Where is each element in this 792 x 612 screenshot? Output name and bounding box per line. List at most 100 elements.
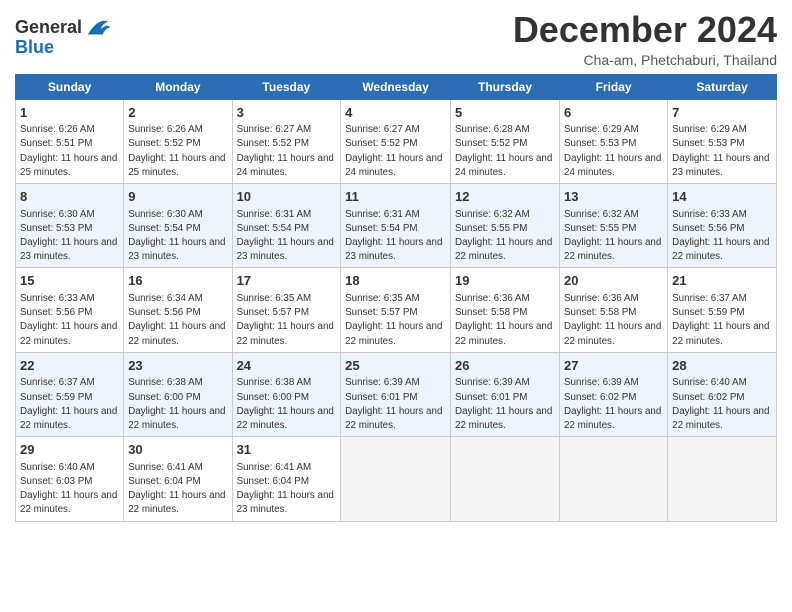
day-number: 14: [672, 188, 772, 206]
day-number: 26: [455, 357, 555, 375]
day-number: 11: [345, 188, 446, 206]
header-wednesday: Wednesday: [341, 74, 451, 99]
day-number: 4: [345, 104, 446, 122]
day-info: Sunrise: 6:36 AMSunset: 5:58 PMDaylight:…: [564, 293, 661, 347]
calendar-cell: 24 Sunrise: 6:38 AMSunset: 6:00 PMDaylig…: [232, 352, 341, 436]
day-info: Sunrise: 6:38 AMSunset: 6:00 PMDaylight:…: [237, 377, 334, 431]
calendar-cell: 27 Sunrise: 6:39 AMSunset: 6:02 PMDaylig…: [560, 352, 668, 436]
day-number: 17: [237, 272, 337, 290]
calendar-cell: 18 Sunrise: 6:35 AMSunset: 5:57 PMDaylig…: [341, 268, 451, 352]
day-info: Sunrise: 6:35 AMSunset: 5:57 PMDaylight:…: [345, 293, 442, 347]
calendar-cell: 26 Sunrise: 6:39 AMSunset: 6:01 PMDaylig…: [451, 352, 560, 436]
calendar-cell: 28 Sunrise: 6:40 AMSunset: 6:02 PMDaylig…: [668, 352, 777, 436]
calendar-cell: 30 Sunrise: 6:41 AMSunset: 6:04 PMDaylig…: [124, 437, 232, 521]
day-number: 5: [455, 104, 555, 122]
location-subtitle: Cha-am, Phetchaburi, Thailand: [513, 52, 777, 68]
calendar-cell: 5 Sunrise: 6:28 AMSunset: 5:52 PMDayligh…: [451, 99, 560, 183]
calendar-row: 29 Sunrise: 6:40 AMSunset: 6:03 PMDaylig…: [16, 437, 777, 521]
header-thursday: Thursday: [451, 74, 560, 99]
calendar-row: 15 Sunrise: 6:33 AMSunset: 5:56 PMDaylig…: [16, 268, 777, 352]
day-info: Sunrise: 6:28 AMSunset: 5:52 PMDaylight:…: [455, 124, 552, 178]
day-number: 16: [128, 272, 227, 290]
calendar-cell: 10 Sunrise: 6:31 AMSunset: 5:54 PMDaylig…: [232, 184, 341, 268]
calendar-cell: [668, 437, 777, 521]
calendar-cell: 3 Sunrise: 6:27 AMSunset: 5:52 PMDayligh…: [232, 99, 341, 183]
day-info: Sunrise: 6:34 AMSunset: 5:56 PMDaylight:…: [128, 293, 225, 347]
day-info: Sunrise: 6:36 AMSunset: 5:58 PMDaylight:…: [455, 293, 552, 347]
calendar-cell: 17 Sunrise: 6:35 AMSunset: 5:57 PMDaylig…: [232, 268, 341, 352]
calendar-cell: 19 Sunrise: 6:36 AMSunset: 5:58 PMDaylig…: [451, 268, 560, 352]
calendar-cell: 23 Sunrise: 6:38 AMSunset: 6:00 PMDaylig…: [124, 352, 232, 436]
calendar-cell: 9 Sunrise: 6:30 AMSunset: 5:54 PMDayligh…: [124, 184, 232, 268]
day-info: Sunrise: 6:33 AMSunset: 5:56 PMDaylight:…: [672, 209, 769, 263]
calendar-cell: [341, 437, 451, 521]
header-friday: Friday: [560, 74, 668, 99]
calendar-cell: [451, 437, 560, 521]
logo-icon: [84, 14, 112, 42]
day-number: 8: [20, 188, 119, 206]
day-number: 29: [20, 441, 119, 459]
day-info: Sunrise: 6:26 AMSunset: 5:51 PMDaylight:…: [20, 124, 117, 178]
month-title: December 2024: [513, 10, 777, 50]
day-info: Sunrise: 6:31 AMSunset: 5:54 PMDaylight:…: [237, 209, 334, 263]
calendar-cell: 22 Sunrise: 6:37 AMSunset: 5:59 PMDaylig…: [16, 352, 124, 436]
day-info: Sunrise: 6:27 AMSunset: 5:52 PMDaylight:…: [237, 124, 334, 178]
header-saturday: Saturday: [668, 74, 777, 99]
header-sunday: Sunday: [16, 74, 124, 99]
day-number: 19: [455, 272, 555, 290]
calendar-cell: 21 Sunrise: 6:37 AMSunset: 5:59 PMDaylig…: [668, 268, 777, 352]
day-number: 25: [345, 357, 446, 375]
day-number: 18: [345, 272, 446, 290]
day-number: 15: [20, 272, 119, 290]
day-number: 1: [20, 104, 119, 122]
day-number: 23: [128, 357, 227, 375]
calendar-cell: 20 Sunrise: 6:36 AMSunset: 5:58 PMDaylig…: [560, 268, 668, 352]
page-header: General Blue December 2024 Cha-am, Phetc…: [15, 10, 777, 68]
calendar-cell: 25 Sunrise: 6:39 AMSunset: 6:01 PMDaylig…: [341, 352, 451, 436]
day-info: Sunrise: 6:26 AMSunset: 5:52 PMDaylight:…: [128, 124, 225, 178]
day-number: 20: [564, 272, 663, 290]
day-info: Sunrise: 6:37 AMSunset: 5:59 PMDaylight:…: [672, 293, 769, 347]
calendar-cell: 14 Sunrise: 6:33 AMSunset: 5:56 PMDaylig…: [668, 184, 777, 268]
day-info: Sunrise: 6:32 AMSunset: 5:55 PMDaylight:…: [564, 209, 661, 263]
day-info: Sunrise: 6:32 AMSunset: 5:55 PMDaylight:…: [455, 209, 552, 263]
calendar-row: 1 Sunrise: 6:26 AMSunset: 5:51 PMDayligh…: [16, 99, 777, 183]
calendar-cell: 13 Sunrise: 6:32 AMSunset: 5:55 PMDaylig…: [560, 184, 668, 268]
day-info: Sunrise: 6:35 AMSunset: 5:57 PMDaylight:…: [237, 293, 334, 347]
title-block: December 2024 Cha-am, Phetchaburi, Thail…: [513, 10, 777, 68]
day-number: 27: [564, 357, 663, 375]
calendar-cell: 2 Sunrise: 6:26 AMSunset: 5:52 PMDayligh…: [124, 99, 232, 183]
day-number: 13: [564, 188, 663, 206]
logo-text: General: [15, 18, 82, 38]
calendar-cell: 11 Sunrise: 6:31 AMSunset: 5:54 PMDaylig…: [341, 184, 451, 268]
day-info: Sunrise: 6:39 AMSunset: 6:02 PMDaylight:…: [564, 377, 661, 431]
day-info: Sunrise: 6:41 AMSunset: 6:04 PMDaylight:…: [128, 462, 225, 516]
calendar-cell: 6 Sunrise: 6:29 AMSunset: 5:53 PMDayligh…: [560, 99, 668, 183]
calendar-cell: 8 Sunrise: 6:30 AMSunset: 5:53 PMDayligh…: [16, 184, 124, 268]
day-number: 31: [237, 441, 337, 459]
day-info: Sunrise: 6:39 AMSunset: 6:01 PMDaylight:…: [345, 377, 442, 431]
day-info: Sunrise: 6:29 AMSunset: 5:53 PMDaylight:…: [564, 124, 661, 178]
day-info: Sunrise: 6:31 AMSunset: 5:54 PMDaylight:…: [345, 209, 442, 263]
day-number: 30: [128, 441, 227, 459]
day-number: 7: [672, 104, 772, 122]
calendar-cell: 7 Sunrise: 6:29 AMSunset: 5:53 PMDayligh…: [668, 99, 777, 183]
calendar-table: Sunday Monday Tuesday Wednesday Thursday…: [15, 74, 777, 522]
day-info: Sunrise: 6:37 AMSunset: 5:59 PMDaylight:…: [20, 377, 117, 431]
day-info: Sunrise: 6:41 AMSunset: 6:04 PMDaylight:…: [237, 462, 334, 516]
day-number: 2: [128, 104, 227, 122]
day-info: Sunrise: 6:30 AMSunset: 5:53 PMDaylight:…: [20, 209, 117, 263]
day-number: 9: [128, 188, 227, 206]
day-info: Sunrise: 6:40 AMSunset: 6:03 PMDaylight:…: [20, 462, 117, 516]
header-monday: Monday: [124, 74, 232, 99]
weekday-header-row: Sunday Monday Tuesday Wednesday Thursday…: [16, 74, 777, 99]
calendar-row: 22 Sunrise: 6:37 AMSunset: 5:59 PMDaylig…: [16, 352, 777, 436]
day-number: 22: [20, 357, 119, 375]
logo: General Blue: [15, 14, 112, 58]
day-info: Sunrise: 6:40 AMSunset: 6:02 PMDaylight:…: [672, 377, 769, 431]
day-number: 28: [672, 357, 772, 375]
day-number: 24: [237, 357, 337, 375]
day-info: Sunrise: 6:29 AMSunset: 5:53 PMDaylight:…: [672, 124, 769, 178]
calendar-cell: 15 Sunrise: 6:33 AMSunset: 5:56 PMDaylig…: [16, 268, 124, 352]
calendar-cell: [560, 437, 668, 521]
